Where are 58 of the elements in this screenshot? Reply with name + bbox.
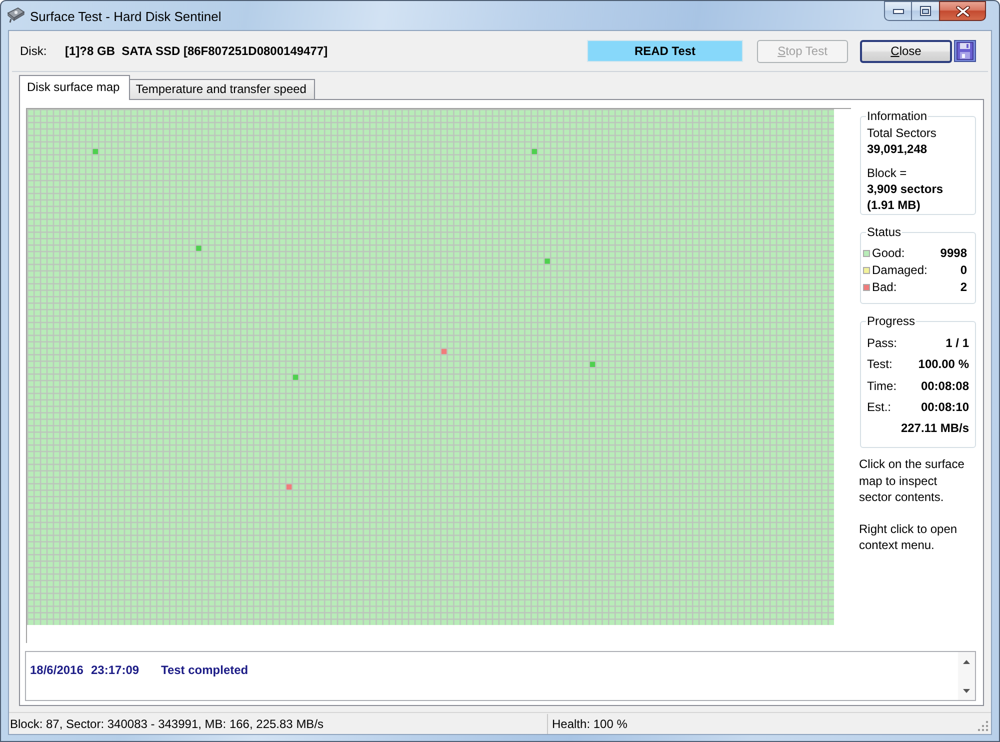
- drive-icon: [7, 7, 25, 23]
- log-scrollbar[interactable]: [958, 652, 975, 700]
- progress-value: 100.00 %: [918, 356, 969, 374]
- status-label: Damaged:: [872, 262, 928, 279]
- hint-text: Right click to open context menu.: [859, 520, 958, 554]
- hint-text: Click on the surface map to inspect sector contents.: [859, 456, 966, 506]
- disk-label: Disk:: [20, 44, 48, 58]
- close-icon: [956, 6, 970, 16]
- highlighted-block-icon: [292, 374, 298, 380]
- tab[interactable]: Temperature and transfer speed: [130, 79, 316, 99]
- progress-value: 00:08:08: [920, 378, 969, 395]
- info-label: Block =: [867, 165, 907, 181]
- info-value: 3,909 sectors: [867, 181, 944, 197]
- group-title: Progress: [866, 314, 916, 328]
- scroll-down-arrow-icon[interactable]: [963, 689, 970, 693]
- disk-name: [1]?8 GB SATA SSD [86F807251D0800149477]: [65, 44, 328, 58]
- highlighted-block-icon: [532, 148, 538, 154]
- minimize-icon: [892, 8, 904, 14]
- status-count: 0: [960, 262, 967, 279]
- scroll-up-arrow-icon[interactable]: [963, 660, 970, 664]
- highlighted-block-icon: [92, 148, 98, 154]
- progress-label: Test:: [867, 356, 892, 374]
- tab[interactable]: Disk surface map: [19, 75, 130, 100]
- highlighted-block-icon: [196, 246, 202, 251]
- status-label: Bad:: [872, 279, 897, 296]
- status-count: 9998: [940, 245, 967, 262]
- status-health: Health: 100 %: [552, 716, 628, 730]
- maximize-button[interactable]: [911, 1, 939, 21]
- progress-label: Pass:: [867, 335, 898, 352]
- log-date: 18/6/2016: [30, 662, 84, 678]
- group-title: Status: [866, 225, 902, 239]
- info-value: (1.91 MB): [867, 197, 920, 213]
- resize-grip-icon: [978, 721, 989, 732]
- maximize-icon: [920, 6, 931, 16]
- highlighted-block-icon: [544, 258, 550, 264]
- info-value: 39,091,248: [867, 141, 928, 157]
- status-block-info: Block: 87, Sector: 340083 - 343991, MB: 166, 225.83 MB/s: [10, 716, 324, 730]
- progress-value: 00:08:10: [920, 398, 969, 416]
- minimize-button[interactable]: [884, 1, 911, 21]
- progress-value: 1 / 1: [946, 335, 969, 352]
- group-title: Information: [866, 109, 928, 123]
- save-button[interactable]: [954, 40, 976, 62]
- transfer-speed: 227.11 MB/s: [900, 420, 969, 438]
- log-time: 23:17:09: [91, 662, 140, 678]
- window-close-button[interactable]: [939, 1, 986, 21]
- status-count: 2: [960, 279, 967, 296]
- bad-block-icon: [286, 484, 292, 490]
- log-message: Test completed: [161, 662, 248, 678]
- bad-block-icon: [441, 348, 447, 354]
- window-title: Surface Test - Hard Disk Sentinel: [30, 9, 222, 24]
- progress-label: Est.:: [867, 398, 892, 416]
- progress-label: Time:: [867, 378, 897, 395]
- floppy-disk-icon: [954, 40, 976, 62]
- test-type-indicator: READ Test: [587, 40, 743, 62]
- status-label: Good:: [872, 245, 905, 262]
- highlighted-block-icon: [590, 362, 596, 367]
- info-label: Total Sectors: [867, 125, 936, 141]
- close-button[interactable]: Close: [860, 40, 952, 62]
